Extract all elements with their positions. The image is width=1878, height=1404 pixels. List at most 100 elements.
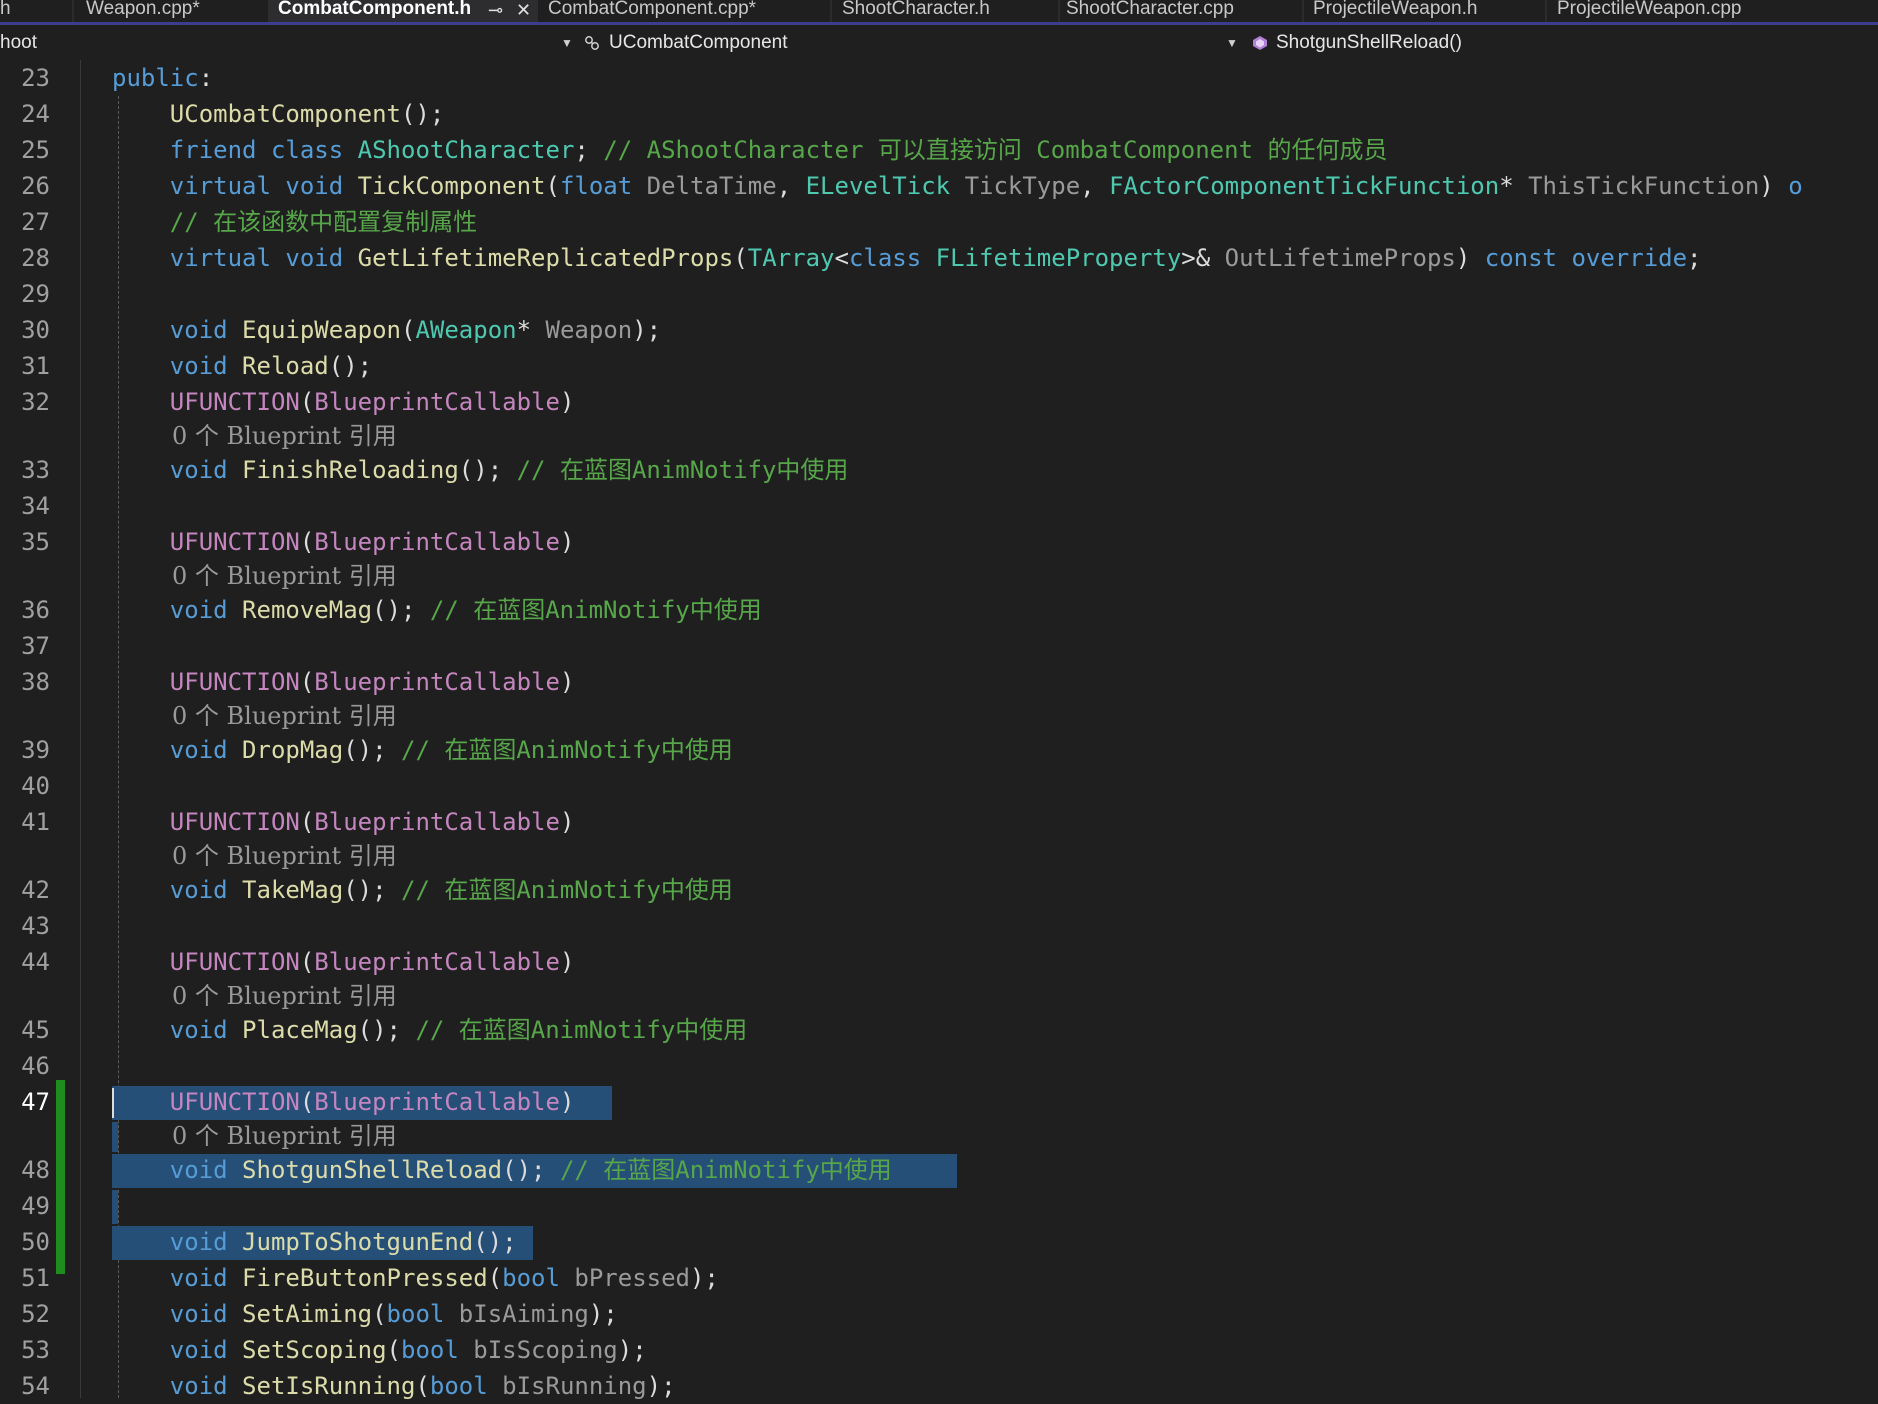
tab-combatcomponent-cpp[interactable]: CombatComponent.cpp* — [538, 0, 828, 22]
code-token: TakeMag — [242, 876, 344, 904]
code-token: virtual — [169, 244, 271, 272]
code-line[interactable]: 54 void SetIsRunning(bool bIsRunning); — [0, 1368, 1878, 1404]
tab-partial[interactable]: h — [0, 0, 70, 22]
chevron-down-icon[interactable]: ▼ — [561, 26, 573, 60]
code-token: ( — [299, 528, 315, 556]
tab-shootcharacter-cpp[interactable]: ShootCharacter.cpp — [1056, 0, 1301, 22]
code-line[interactable]: 48 void ShotgunShellReload(); // 在蓝图Anim… — [0, 1152, 1878, 1188]
line-number: 27 — [21, 208, 50, 236]
line-number: 45 — [21, 1016, 50, 1044]
code-line[interactable]: 41 UFUNCTION(BlueprintCallable) — [0, 804, 1878, 840]
code-line[interactable]: 29 — [0, 276, 1878, 312]
codelens-blueprint-refs[interactable]: 0 个 Blueprint 引用 — [172, 1120, 397, 1152]
code-token: BlueprintCallable — [314, 808, 560, 836]
code-line[interactable]: 38 UFUNCTION(BlueprintCallable) — [0, 664, 1878, 700]
code-line[interactable]: 37 — [0, 628, 1878, 664]
code-token: ) — [559, 528, 575, 556]
codelens-blueprint-refs[interactable]: 0 个 Blueprint 引用 — [172, 700, 397, 732]
code-line[interactable]: 23 public: — [0, 60, 1878, 96]
code-token: (); — [343, 876, 401, 904]
class-scope-dropdown[interactable]: UCombatComponent — [609, 26, 787, 60]
code-token: * — [516, 316, 546, 344]
code-editor[interactable]: 23 public: 24 UCombatComponent(); 25 friend… — [0, 60, 1878, 1400]
code-token: // 在蓝图AnimNotify中使用 — [559, 1156, 892, 1184]
code-line[interactable]: 44 UFUNCTION(BlueprintCallable) — [0, 944, 1878, 980]
codelens-blueprint-refs[interactable]: 0 个 Blueprint 引用 — [172, 980, 397, 1012]
code-line[interactable]: 32 UFUNCTION(BlueprintCallable) — [0, 384, 1878, 420]
pin-icon[interactable]: ⊸ — [488, 0, 503, 20]
code-token: GetLifetimeReplicatedProps — [357, 244, 734, 272]
code-line[interactable]: 39 void DropMag(); // 在蓝图AnimNotify中使用 — [0, 732, 1878, 768]
code-line[interactable]: 36 void RemoveMag(); // 在蓝图AnimNotify中使用 — [0, 592, 1878, 628]
tab-projectileweapon-h[interactable]: ProjectileWeapon.h — [1303, 0, 1543, 22]
text-caret — [112, 1088, 114, 1118]
code-token: Reload — [242, 352, 329, 380]
code-line[interactable]: 30 void EquipWeapon(AWeapon* Weapon); — [0, 312, 1878, 348]
codelens-blueprint-refs[interactable]: 0 个 Blueprint 引用 — [172, 840, 397, 872]
code-line[interactable]: 50 void JumpToShotgunEnd(); — [0, 1224, 1878, 1260]
code-token: DropMag — [242, 736, 344, 764]
code-line[interactable]: 27 // 在该函数中配置复制属性 — [0, 204, 1878, 240]
code-line[interactable]: 33 void FinishReloading(); // 在蓝图AnimNot… — [0, 452, 1878, 488]
member-dropdown[interactable]: ShotgunShellReload() — [1276, 26, 1462, 60]
code-line[interactable]: 46 — [0, 1048, 1878, 1084]
close-icon[interactable]: ✕ — [516, 0, 531, 20]
code-line[interactable]: 42 void TakeMag(); // 在蓝图AnimNotify中使用 — [0, 872, 1878, 908]
code-line[interactable]: 52 void SetAiming(bool bIsAiming); — [0, 1296, 1878, 1332]
code-line[interactable]: 47 UFUNCTION(BlueprintCallable) — [0, 1084, 1878, 1120]
code-token: AWeapon — [415, 316, 517, 344]
code-line[interactable]: 49 — [0, 1188, 1878, 1224]
line-number: 43 — [21, 912, 50, 940]
code-line[interactable]: 28 virtual void GetLifetimeReplicatedPro… — [0, 240, 1878, 276]
code-token: ( — [299, 388, 315, 416]
code-line[interactable]: 34 — [0, 488, 1878, 524]
code-token: OutLifetimeProps — [1224, 244, 1456, 272]
code-token: UFUNCTION — [169, 808, 300, 836]
code-line[interactable]: 25 friend class AShootCharacter; // ASho… — [0, 132, 1878, 168]
tab-shootcharacter-h[interactable]: ShootCharacter.h — [832, 0, 1057, 22]
code-token: ) — [559, 388, 575, 416]
code-line[interactable]: 26 virtual void TickComponent(float Delt… — [0, 168, 1878, 204]
code-token: FLifetimeProperty — [935, 244, 1182, 272]
code-line[interactable]: 53 void SetScoping(bool bIsScoping); — [0, 1332, 1878, 1368]
codelens-blueprint-refs[interactable]: 0 个 Blueprint 引用 — [172, 420, 397, 452]
code-line[interactable]: 31 void Reload(); — [0, 348, 1878, 384]
code-token: FinishReloading — [242, 456, 459, 484]
line-number: 52 — [21, 1300, 50, 1328]
code-token: ( — [545, 172, 560, 200]
code-text: void SetScoping(bool bIsScoping); — [112, 1332, 647, 1368]
code-line[interactable]: 40 — [0, 768, 1878, 804]
selection-highlight — [112, 1190, 118, 1224]
code-line[interactable]: 51 void FireButtonPressed(bool bPressed)… — [0, 1260, 1878, 1296]
chevron-down-icon[interactable]: ▼ — [1226, 26, 1238, 60]
codelens-blueprint-refs[interactable]: 0 个 Blueprint 引用 — [172, 560, 397, 592]
code-line[interactable]: 43 — [0, 908, 1878, 944]
code-line[interactable]: 35 UFUNCTION(BlueprintCallable) — [0, 524, 1878, 560]
code-line[interactable]: 45 void PlaceMag(); // 在蓝图AnimNotify中使用 — [0, 1012, 1878, 1048]
tab-weapon-cpp[interactable]: Weapon.cpp* — [76, 0, 266, 22]
code-text: UFUNCTION(BlueprintCallable) — [112, 524, 575, 560]
project-dropdown[interactable]: hoot — [0, 26, 37, 60]
code-token: (); — [400, 100, 445, 128]
code-text: friend class AShootCharacter; // AShootC… — [112, 132, 1388, 168]
tab-projectileweapon-cpp[interactable]: ProjectileWeapon.cpp — [1547, 0, 1812, 22]
code-text: UFUNCTION(BlueprintCallable) — [112, 1084, 575, 1120]
code-line[interactable]: 24 UCombatComponent(); — [0, 96, 1878, 132]
